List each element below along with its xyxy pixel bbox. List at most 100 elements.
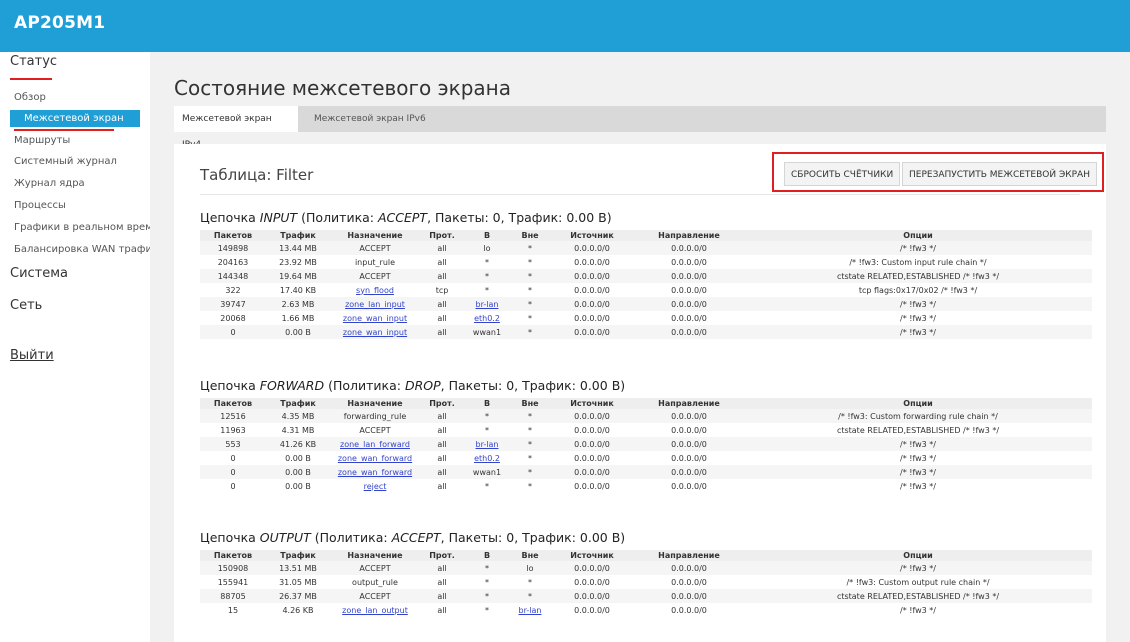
table-row: 15 4.26 KB zone_lan_output all * br-lan 0.0.0.… bbox=[200, 603, 1092, 617]
sidebar-item-routes[interactable]: Маршруты bbox=[14, 135, 150, 146]
cell-in: * bbox=[464, 269, 510, 283]
cell-traffic: 31.05 MB bbox=[279, 577, 317, 587]
cell-out: * bbox=[510, 269, 550, 283]
target-link[interactable]: zone_wan_forward bbox=[338, 468, 412, 477]
sidebar-item-kernel-log[interactable]: Журнал ядра bbox=[14, 178, 150, 189]
target-link[interactable]: zone_lan_forward bbox=[340, 440, 410, 449]
in-link[interactable]: eth0.2 bbox=[474, 454, 500, 463]
cell-source: 0.0.0.0/0 bbox=[550, 241, 634, 255]
column-header-packets: Пакетов bbox=[200, 398, 266, 409]
target-link[interactable]: zone_wan_input bbox=[343, 328, 407, 337]
cell-out: * bbox=[510, 409, 550, 423]
column-header-out: Вне bbox=[510, 550, 550, 561]
cell-target: ACCEPT bbox=[330, 269, 420, 283]
tab-bar: Межсетевой экран IPv4 Межсетевой экран I… bbox=[174, 106, 1106, 150]
cell-destination: 0.0.0.0/0 bbox=[634, 437, 744, 451]
cell-options: /* !fw3 */ bbox=[900, 481, 936, 491]
logout-link[interactable]: Выйти bbox=[10, 348, 54, 363]
sidebar-section-network[interactable]: Сеть bbox=[10, 298, 42, 313]
sidebar-item-firewall[interactable]: Межсетевой экран bbox=[10, 110, 140, 127]
table-row: 150908 13.51 MB ACCEPT all * lo 0.0.0.0/0 0.0.0… bbox=[200, 561, 1092, 575]
target-link[interactable]: zone_lan_output bbox=[342, 606, 408, 615]
cell-in: br-lan bbox=[464, 437, 510, 451]
out-link[interactable]: br-lan bbox=[519, 606, 542, 615]
cell-out: * bbox=[528, 257, 532, 267]
cell-packets: 20068 bbox=[220, 313, 246, 323]
cell-target: zone_lan_forward bbox=[330, 437, 420, 451]
cell-in: wwan1 bbox=[464, 465, 510, 479]
chain-input-heading: Цепочка INPUT (Политика: ACCEPT, Пакеты:… bbox=[200, 210, 612, 225]
cell-options: /* !fw3 */ bbox=[900, 453, 936, 463]
cell-traffic: 4.31 MB bbox=[281, 425, 315, 435]
cell-traffic: 0.00 B bbox=[285, 453, 311, 463]
table-row: 39747 2.63 MB zone_lan_input all br-lan * 0.0.… bbox=[200, 297, 1092, 311]
chain-output-heading: Цепочка OUTPUT (Политика: ACCEPT, Пакеты… bbox=[200, 530, 626, 545]
main-content: Состояние межсетевого экрана Межсетевой … bbox=[150, 52, 1130, 642]
cell-options: /* !fw3 */ bbox=[900, 313, 936, 323]
target-link[interactable]: zone_wan_forward bbox=[338, 454, 412, 463]
cell-packets: 204163 bbox=[217, 257, 249, 267]
cell-destination: 0.0.0.0/0 bbox=[671, 453, 707, 463]
cell-destination: 0.0.0.0/0 bbox=[634, 465, 744, 479]
cell-traffic: 0.00 B bbox=[285, 481, 311, 491]
cell-in: * bbox=[464, 561, 510, 575]
column-header-traffic: Трафик bbox=[266, 550, 330, 561]
cell-in: * bbox=[485, 425, 489, 435]
sidebar-item-syslog[interactable]: Системный журнал bbox=[14, 156, 150, 167]
sidebar-item-realtime-graphs[interactable]: Графики в реальном времени bbox=[14, 222, 150, 233]
table-row: 553 41.26 KB zone_lan_forward all br-lan * 0.0… bbox=[200, 437, 1092, 451]
cell-options: /* !fw3 */ bbox=[900, 605, 936, 615]
cell-protocol: all bbox=[437, 313, 447, 323]
cell-source: 0.0.0.0/0 bbox=[574, 285, 610, 295]
target-link[interactable]: zone_wan_input bbox=[343, 314, 407, 323]
cell-options: /* !fw3 */ bbox=[744, 241, 1092, 255]
sidebar-item-processes[interactable]: Процессы bbox=[14, 200, 150, 211]
sidebar-item-overview[interactable]: Обзор bbox=[14, 92, 150, 103]
cell-target: input_rule bbox=[354, 257, 396, 267]
table-header-row: Пакетов Трафик Назначение Прот. В Вне Источник… bbox=[200, 398, 1092, 409]
sidebar-section-system[interactable]: Система bbox=[10, 266, 68, 281]
column-header-in: В bbox=[464, 398, 510, 409]
tab-ipv6[interactable]: Межсетевой экран IPv6 bbox=[306, 106, 434, 132]
cell-traffic: 17.40 KB bbox=[279, 285, 317, 295]
chain-forward-table: Пакетов Трафик Назначение Прот. В Вне Источник… bbox=[200, 398, 1092, 493]
cell-packets: 553 bbox=[200, 437, 266, 451]
cell-out: * bbox=[510, 325, 550, 339]
column-header-target: Назначение bbox=[330, 550, 420, 561]
cell-source: 0.0.0.0/0 bbox=[574, 425, 610, 435]
in-link[interactable]: eth0.2 bbox=[474, 314, 500, 323]
cell-packets: 0 bbox=[200, 465, 266, 479]
table-row: 0 0.00 Bzone_wan_forward all wwan1 * 0.0.0.0/… bbox=[200, 465, 1092, 479]
reset-counters-button[interactable]: СБРОСИТЬ СЧЁТЧИКИ bbox=[784, 162, 901, 186]
cell-traffic: 0.00 B bbox=[266, 465, 330, 479]
table-row: 11963 4.31 MB ACCEPT all * * 0.0.0.0/0 0.0.0.0/… bbox=[200, 423, 1092, 437]
in-link[interactable]: br-lan bbox=[476, 300, 499, 309]
cell-in: wwan1 bbox=[464, 325, 510, 339]
target-link[interactable]: syn_flood bbox=[356, 286, 394, 295]
cell-destination: 0.0.0.0/0 bbox=[634, 297, 744, 311]
column-header-packets: Пакетов bbox=[200, 230, 266, 241]
table-row: 12516 4.35 MB forwarding_rule all * * 0.0.0.0/… bbox=[200, 409, 1092, 423]
sidebar-section-status[interactable]: Статус bbox=[10, 54, 57, 69]
cell-protocol: all bbox=[437, 481, 447, 491]
cell-target: reject bbox=[330, 479, 420, 493]
column-header-target: Назначение bbox=[330, 398, 420, 409]
target-link[interactable]: reject bbox=[364, 482, 387, 491]
in-link[interactable]: br-lan bbox=[476, 440, 499, 449]
cell-packets: 11963 bbox=[220, 425, 246, 435]
cell-traffic: 4.26 KB bbox=[282, 605, 314, 615]
target-link[interactable]: zone_lan_input bbox=[345, 300, 405, 309]
column-header-out: Вне bbox=[510, 230, 550, 241]
tab-ipv4[interactable]: Межсетевой экран IPv4 bbox=[174, 106, 298, 150]
cell-destination: 0.0.0.0/0 bbox=[634, 325, 744, 339]
sidebar-item-wan-balancing[interactable]: Балансировка WAN трафика bbox=[14, 244, 150, 255]
cell-source: 0.0.0.0/0 bbox=[574, 453, 610, 463]
app-title[interactable]: AP205M1 bbox=[14, 13, 105, 33]
restart-firewall-button[interactable]: ПЕРЕЗАПУСТИТЬ МЕЖСЕТЕВОЙ ЭКРАН bbox=[902, 162, 1097, 186]
cell-target: zone_wan_input bbox=[330, 311, 420, 325]
cell-source: 0.0.0.0/0 bbox=[550, 269, 634, 283]
cell-in: * bbox=[464, 409, 510, 423]
table-row: 155941 31.05 MB output_rule all * * 0.0.0.0/0 0… bbox=[200, 575, 1092, 589]
cell-protocol: all bbox=[437, 425, 447, 435]
cell-packets: 12516 bbox=[200, 409, 266, 423]
